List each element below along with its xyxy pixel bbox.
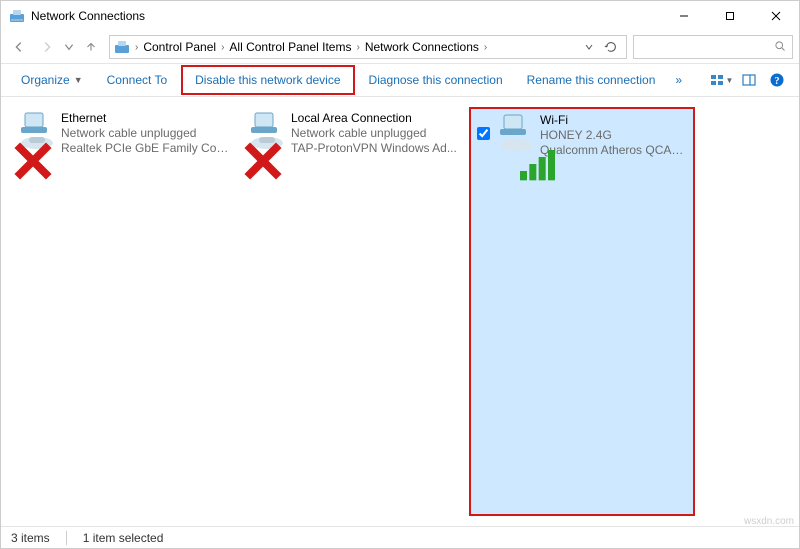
minimize-button[interactable] — [661, 1, 707, 31]
connection-status: Network cable unplugged — [291, 126, 457, 141]
watermark: wsxdn.com — [744, 516, 794, 527]
chevron-down-icon: ▼ — [74, 75, 83, 85]
connect-to-button[interactable]: Connect To — [95, 67, 180, 93]
search-icon — [774, 40, 786, 55]
status-item-count: 3 items — [11, 531, 50, 545]
app-icon — [9, 8, 25, 24]
rename-button[interactable]: Rename this connection — [515, 67, 668, 93]
titlebar: Network Connections — [1, 1, 799, 31]
toolbar: Organize▼ Connect To Disable this networ… — [1, 63, 799, 97]
chevron-down-icon: ▼ — [726, 76, 734, 85]
status-bar: 3 items 1 item selected — [1, 526, 799, 548]
organize-button[interactable]: Organize▼ — [9, 67, 95, 93]
signal-bars-icon — [520, 143, 538, 157]
overflow-button[interactable]: » — [667, 67, 690, 93]
back-button[interactable] — [7, 35, 31, 59]
location-icon — [114, 39, 130, 55]
connection-wifi[interactable]: Wi-Fi HONEY 2.4G Qualcomm Atheros QCA937… — [469, 107, 695, 516]
maximize-button[interactable] — [707, 1, 753, 31]
connection-status: HONEY 2.4G — [540, 128, 687, 143]
refresh-button[interactable] — [600, 36, 622, 58]
connection-name: Wi-Fi — [540, 113, 687, 128]
help-button[interactable]: ? — [764, 69, 790, 91]
recent-locations-button[interactable] — [63, 35, 75, 59]
breadcrumb-control-panel[interactable]: Control Panel — [139, 40, 220, 54]
svg-text:?: ? — [775, 76, 780, 87]
content-area: Ethernet Network cable unplugged Realtek… — [1, 97, 799, 526]
address-bar[interactable]: › Control Panel › All Control Panel Item… — [109, 35, 627, 59]
up-button[interactable] — [79, 35, 103, 59]
search-input[interactable] — [633, 35, 793, 59]
wifi-icon — [494, 113, 536, 155]
connection-name: Ethernet — [61, 111, 233, 126]
connection-local-area[interactable]: Local Area Connection Network cable unpl… — [239, 107, 469, 516]
preview-pane-button[interactable] — [736, 69, 762, 91]
view-options-button[interactable]: ▼ — [708, 69, 734, 91]
connection-name: Local Area Connection — [291, 111, 457, 126]
window-title: Network Connections — [31, 9, 145, 23]
connection-device: Qualcomm Atheros QCA9377... — [540, 143, 687, 158]
breadcrumb-all-items[interactable]: All Control Panel Items — [225, 40, 355, 54]
connection-status: Network cable unplugged — [61, 126, 233, 141]
status-separator — [66, 531, 67, 545]
connection-ethernet[interactable]: Ethernet Network cable unplugged Realtek… — [9, 107, 239, 516]
connections-row: Ethernet Network cable unplugged Realtek… — [9, 107, 695, 516]
lan-icon — [245, 111, 287, 153]
disable-device-button[interactable]: Disable this network device — [181, 65, 354, 95]
ethernet-icon — [15, 111, 57, 153]
connection-device: TAP-ProtonVPN Windows Ad... — [291, 141, 457, 156]
navbar: › Control Panel › All Control Panel Item… — [1, 31, 799, 63]
chevron-right-icon[interactable]: › — [483, 42, 488, 53]
close-button[interactable] — [753, 1, 799, 31]
breadcrumb-network-connections[interactable]: Network Connections — [361, 40, 483, 54]
disconnected-x-icon — [242, 140, 258, 156]
disconnected-x-icon — [12, 140, 28, 156]
connection-device: Realtek PCIe GbE Family Cont... — [61, 141, 233, 156]
selection-checkbox[interactable] — [477, 127, 490, 140]
status-selected-count: 1 item selected — [83, 531, 164, 545]
diagnose-button[interactable]: Diagnose this connection — [357, 67, 515, 93]
address-dropdown-button[interactable] — [578, 36, 600, 58]
forward-button[interactable] — [35, 35, 59, 59]
window: Network Connections › Control Panel › Al… — [0, 0, 800, 549]
